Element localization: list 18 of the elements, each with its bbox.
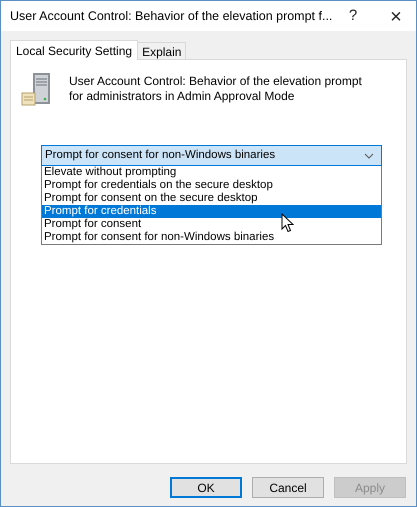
mouse-cursor-icon: [281, 213, 294, 233]
dropdown-option[interactable]: Prompt for consent: [42, 218, 381, 231]
dropdown-option[interactable]: Elevate without prompting: [42, 166, 381, 179]
help-button[interactable]: ?: [338, 4, 368, 28]
dropdown-option[interactable]: Prompt for consent on the secure desktop: [42, 192, 381, 205]
dropdown-option[interactable]: Prompt for credentials: [42, 205, 381, 218]
close-button[interactable]: ×: [376, 2, 416, 30]
window-title: User Account Control: Behavior of the elevation prompt f...: [10, 8, 332, 25]
server-icon: [21, 72, 53, 106]
dialog-button[interactable]: Cancel: [252, 477, 324, 498]
policy-description: User Account Control: Behavior of the elevation prompt for administrators in Admin Approval Mode: [69, 74, 363, 104]
tab[interactable]: Explain: [138, 42, 186, 59]
dropdown-option[interactable]: Prompt for consent for non-Windows binaries: [42, 231, 381, 244]
dropdown-option[interactable]: Prompt for credentials on the secure desktop: [42, 179, 381, 192]
tab[interactable]: Local Security Setting: [10, 40, 138, 60]
dropdown[interactable]: Prompt for consent for non-Windows binaries: [41, 145, 382, 166]
dialog-button[interactable]: OK: [170, 477, 242, 498]
chevron-down-icon: [364, 152, 374, 158]
